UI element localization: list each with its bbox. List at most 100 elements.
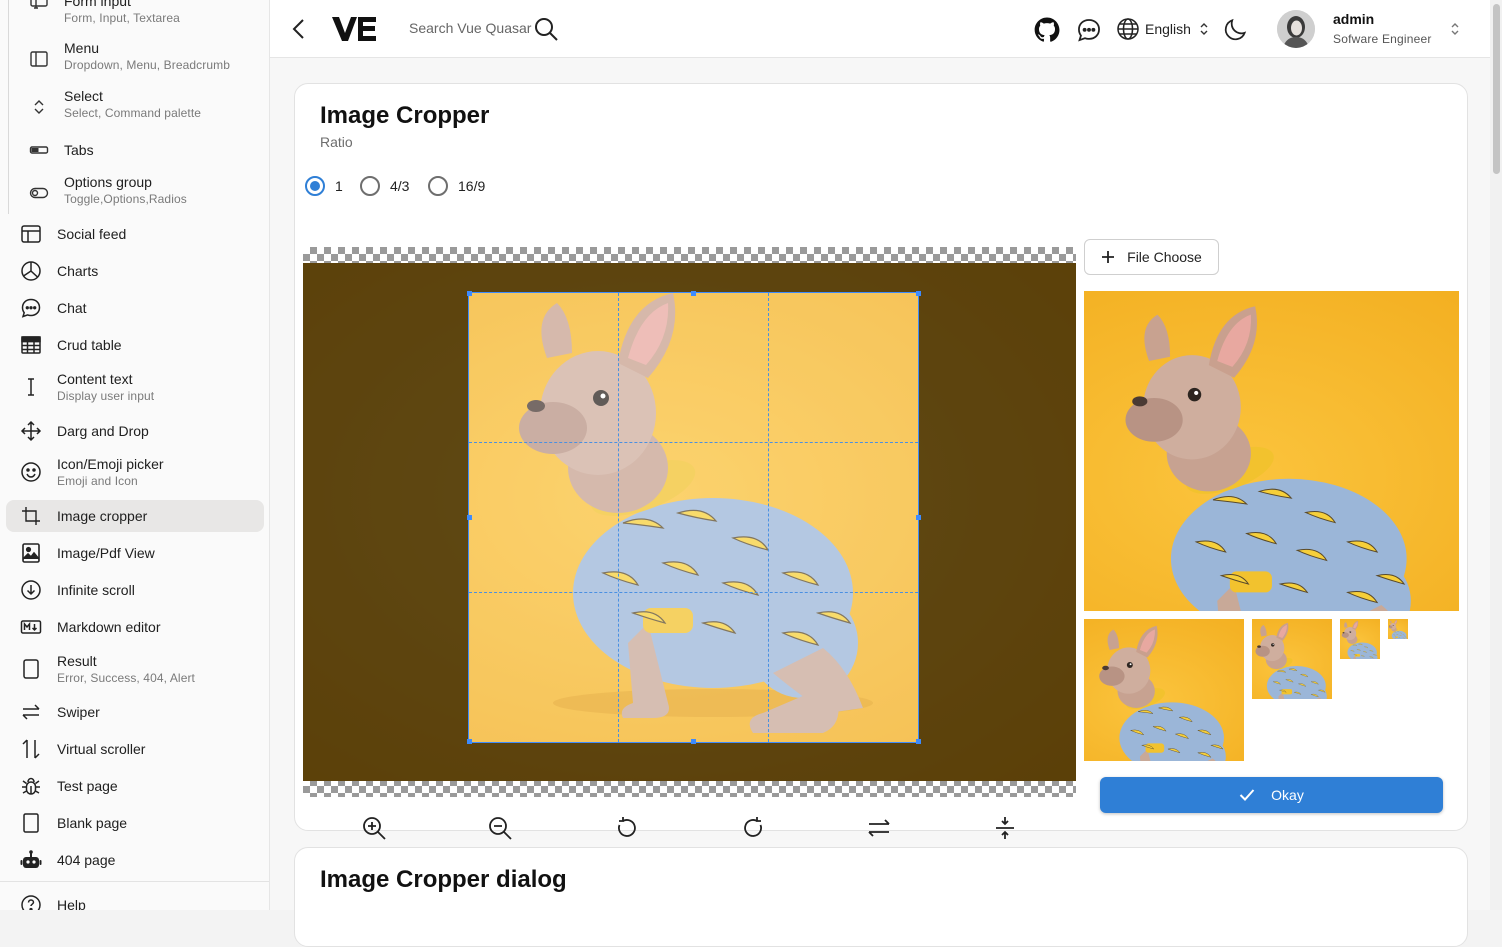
sidebar-caption: Select, Command palette xyxy=(64,106,202,120)
user-menu-chevron-icon[interactable] xyxy=(1450,22,1460,36)
card-title: Image Cropper xyxy=(320,102,490,129)
sidebar: Form input Form, Input, Textarea Menu Drop… xyxy=(0,0,270,910)
crop-handle[interactable] xyxy=(691,739,696,744)
chat-bubble-icon[interactable] xyxy=(1076,17,1102,43)
sidebar-caption: Dropdown, Menu, Breadcrumb xyxy=(64,58,231,72)
sidebar-subitem-select[interactable]: Select Select, Command palette xyxy=(20,87,260,127)
swiper-icon xyxy=(12,694,50,730)
crop-guide-line xyxy=(469,592,918,593)
sidebar-item-content-text[interactable]: Content text Display user input xyxy=(6,364,264,410)
sidebar-label: 404 page xyxy=(57,852,116,868)
crop-handle[interactable] xyxy=(916,739,921,744)
preview-small xyxy=(1252,619,1332,699)
main-content: Image Cropper Ratio 1 4/3 16/9 File Choo… xyxy=(270,58,1490,947)
text-cursor-icon xyxy=(12,369,50,405)
radio-circle xyxy=(428,176,448,196)
sidebar-item-404-page[interactable]: 404 page xyxy=(6,842,264,878)
sidebar-label: Swiper xyxy=(57,704,100,720)
submenu-rail xyxy=(8,0,9,214)
sidebar-subitem-form-input[interactable]: Form input Form, Input, Textarea xyxy=(20,0,260,26)
sidebar-item-virtual-scroller[interactable]: Virtual scroller xyxy=(6,731,264,767)
sidebar-label: Social feed xyxy=(57,226,127,242)
crop-icon xyxy=(12,498,50,534)
select-icon xyxy=(20,87,58,127)
sidebar-label: Markdown editor xyxy=(57,619,161,635)
image-cropper-card: Image Cropper Ratio 1 4/3 16/9 File Choo… xyxy=(294,83,1468,840)
sidebar-subitem-options-group[interactable]: Options group Toggle,Options,Radios xyxy=(20,173,260,213)
sidebar-label: Blank page xyxy=(57,815,128,831)
crop-handle[interactable] xyxy=(467,291,472,296)
robot-icon xyxy=(12,842,50,878)
sidebar-item-drag-and-drop[interactable]: Darg and Drop xyxy=(6,413,264,449)
back-icon[interactable] xyxy=(290,18,308,40)
crop-handle[interactable] xyxy=(916,515,921,520)
move-icon xyxy=(12,413,50,449)
sidebar-item-swiper[interactable]: Swiper xyxy=(6,694,264,730)
logo[interactable] xyxy=(332,16,376,42)
user-role: Sofware Engineer xyxy=(1333,32,1432,46)
sidebar-item-charts[interactable]: Charts xyxy=(6,253,264,289)
sidebar-item-image-pdf-view[interactable]: Image/Pdf View xyxy=(6,535,264,571)
rotate-right-icon[interactable] xyxy=(738,813,768,843)
preview-medium xyxy=(1084,619,1244,761)
crop-handle[interactable] xyxy=(467,515,472,520)
dark-mode-icon[interactable] xyxy=(1223,16,1249,42)
plus-icon xyxy=(1102,251,1115,263)
sidebar-item-blank-page[interactable]: Blank page xyxy=(6,805,264,841)
zoom-in-icon[interactable] xyxy=(359,813,389,843)
check-icon xyxy=(1239,789,1255,801)
sidebar-label: Infinite scroll xyxy=(57,582,135,598)
sidebar-label: Help xyxy=(57,897,86,910)
rotate-left-icon[interactable] xyxy=(612,813,642,843)
top-header: Search Vue Quasar English admin Sofware … xyxy=(270,0,1490,58)
sidebar-label: Image cropper xyxy=(57,508,148,524)
sidebar-item-chat[interactable]: Chat xyxy=(6,290,264,326)
scrollbar-thumb[interactable] xyxy=(1493,4,1500,174)
sidebar-item-icon-emoji-picker[interactable]: Icon/Emoji picker Emoji and Icon xyxy=(6,449,264,495)
blank-page-icon xyxy=(12,805,50,841)
ratio-radio-1[interactable]: 1 xyxy=(305,176,343,196)
sidebar-subitem-tabs[interactable]: Tabs xyxy=(20,140,260,160)
sidebar-subitem-menu[interactable]: Menu Dropdown, Menu, Breadcrumb xyxy=(20,39,260,79)
sidebar-item-result[interactable]: Result Error, Success, 404, Alert xyxy=(6,646,264,692)
ratio-radio-16-9[interactable]: 16/9 xyxy=(428,176,485,196)
crop-handle[interactable] xyxy=(467,739,472,744)
file-choose-button[interactable]: File Choose xyxy=(1084,239,1219,275)
search-label[interactable]: Search Vue Quasar xyxy=(409,20,531,36)
crop-handle[interactable] xyxy=(691,291,696,296)
flip-horizontal-icon[interactable] xyxy=(864,813,894,843)
sidebar-item-image-cropper[interactable]: Image cropper xyxy=(6,500,264,532)
sidebar-caption: Toggle,Options,Radios xyxy=(64,192,187,206)
crop-handle[interactable] xyxy=(916,291,921,296)
radio-circle xyxy=(305,176,325,196)
crop-box[interactable] xyxy=(468,292,919,743)
bug-icon xyxy=(12,768,50,804)
language-selector[interactable]: English xyxy=(1116,17,1209,41)
sidebar-label: Image/Pdf View xyxy=(57,545,155,561)
sidebar-item-social-feed[interactable]: Social feed xyxy=(6,216,264,252)
zoom-out-icon[interactable] xyxy=(485,813,515,843)
crop-guide-line xyxy=(618,293,619,742)
sidebar-item-markdown-editor[interactable]: Markdown editor xyxy=(6,609,264,645)
sidebar-label: Icon/Emoji picker xyxy=(57,456,164,472)
sidebar-item-test-page[interactable]: Test page xyxy=(6,768,264,804)
sidebar-caption: Error, Success, 404, Alert xyxy=(57,671,195,685)
sidebar-label: Crud table xyxy=(57,337,122,353)
sidebar-caption: Display user input xyxy=(57,389,155,403)
okay-button[interactable]: Okay xyxy=(1100,777,1443,813)
search-icon[interactable] xyxy=(533,16,559,42)
ratio-radio-4-3[interactable]: 4/3 xyxy=(360,176,409,196)
sidebar-item-infinite-scroll[interactable]: Infinite scroll xyxy=(6,572,264,608)
page-scrollbar[interactable] xyxy=(1490,0,1502,910)
cropper-canvas[interactable] xyxy=(303,247,1076,797)
sidebar-item-crud-table[interactable]: Crud table xyxy=(6,327,264,363)
radio-circle xyxy=(360,176,380,196)
sidebar-item-help[interactable]: Help xyxy=(6,890,264,910)
image-cropper-dialog-card: Image Cropper dialog xyxy=(294,847,1468,947)
file-choose-label: File Choose xyxy=(1127,249,1202,265)
card-title: Image Cropper dialog xyxy=(320,866,567,893)
language-label: English xyxy=(1145,21,1191,37)
avatar[interactable] xyxy=(1277,10,1315,48)
github-icon[interactable] xyxy=(1034,17,1060,43)
flip-vertical-icon[interactable] xyxy=(990,813,1020,843)
